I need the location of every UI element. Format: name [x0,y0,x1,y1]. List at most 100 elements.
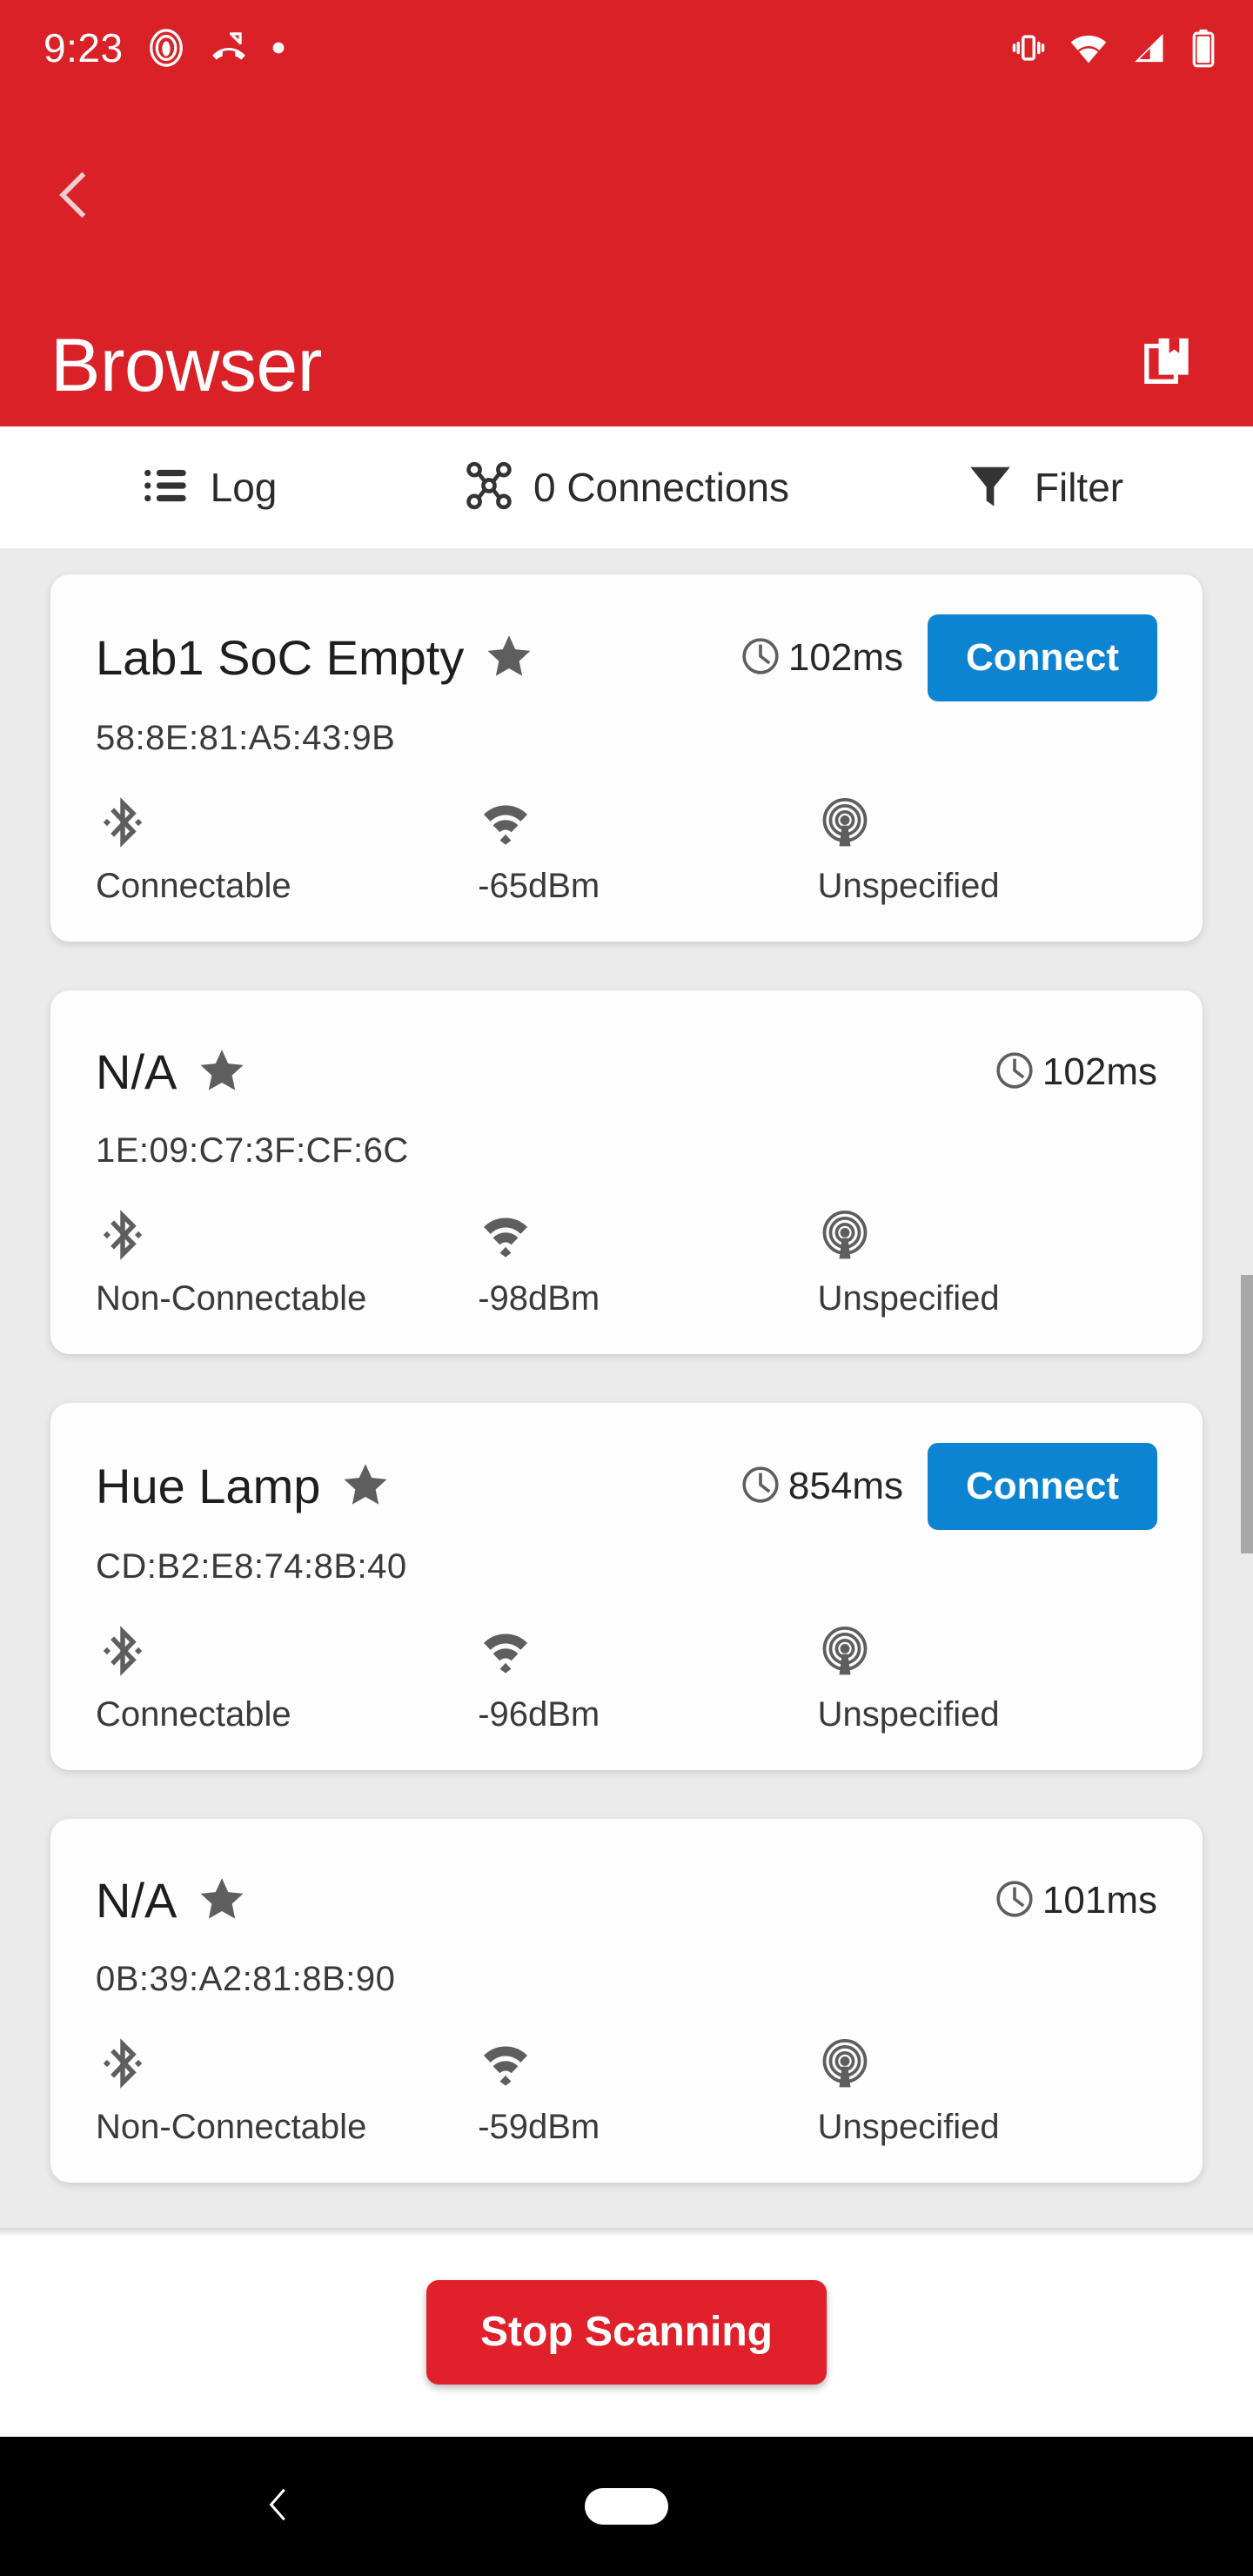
battery-icon [1189,28,1218,68]
tab-filter[interactable]: Filter [835,426,1253,548]
signal-strength-icon [478,1203,533,1267]
stop-scanning-button[interactable]: Stop Scanning [426,2280,827,2385]
clock-icon [740,635,781,681]
bluetooth-icon [96,1619,150,1683]
device-card[interactable]: N/A 102ms 1E:09:C7:3F:CF:6C Non-Connectable… [50,990,1203,1354]
wifi-icon [1069,28,1109,68]
back-button[interactable] [42,164,108,230]
missed-call-icon [209,28,249,68]
copy-layers-button[interactable] [1128,325,1208,406]
broadcast-icon [818,790,872,855]
device-card[interactable]: N/A 101ms 0B:39:A2:81:8B:90 Non-Connectable… [50,1819,1203,2183]
attr-rssi: -98dBm [478,1203,817,1316]
favorite-star-icon[interactable] [485,632,533,685]
rssi-label: -59dBm [478,2108,600,2146]
tab-bar: Log 0 Connections Filter [0,426,1253,555]
attr-advertising: Unspecified [818,790,1157,903]
chevron-left-icon [48,168,102,226]
latency-value: 102ms [787,636,903,679]
connectable-label: Connectable [96,1695,291,1734]
device-card-header: Hue Lamp 854ms Connect [96,1443,1157,1530]
device-name: N/A [96,1044,178,1099]
advertising-label: Unspecified [817,867,1000,905]
fingerprint-icon [146,28,186,68]
status-bar: 9:23 [0,0,1253,96]
connectable-label: Non-Connectable [96,2108,367,2146]
phone-screen: 9:23 Browser Log 0 Connections Filter La… [0,0,1253,2576]
signal-strength-icon [478,2031,533,2096]
advertising-label: Unspecified [817,1695,1000,1734]
device-mac-address: 58:8E:81:A5:43:9B [96,719,396,757]
status-bar-clock: 9:23 [44,25,124,70]
tab-log[interactable]: Log [0,426,418,548]
attr-advertising: Unspecified [818,2031,1157,2144]
copy-layers-icon [1139,335,1196,397]
device-attributes: Non-Connectable -98dBm Unspecified [96,1203,1157,1316]
signal-strength-icon [478,1619,533,1683]
attr-advertising: Unspecified [818,1619,1157,1732]
tab-log-label: Log [210,465,278,510]
tab-connections[interactable]: 0 Connections [418,426,835,548]
connect-button[interactable]: Connect [928,614,1157,701]
device-card-header: Lab1 SoC Empty 102ms Connect [96,614,1157,701]
device-attributes: Connectable -65dBm Unspecified [96,790,1157,903]
attr-connectable: Connectable [96,790,478,903]
connect-button[interactable]: Connect [928,1443,1157,1530]
bluetooth-icon [96,2031,150,2096]
latency-value: 854ms [787,1465,903,1507]
device-mac-address: 1E:09:C7:3F:CF:6C [96,1131,409,1170]
latency-indicator: 102ms [740,635,903,681]
attr-rssi: -65dBm [478,790,817,903]
advertising-label: Unspecified [817,2108,1000,2146]
device-card-header: N/A 101ms [96,1859,1157,1942]
dot-indicator-icon [271,41,285,55]
list-icon [141,460,191,515]
clock-icon [994,1050,1035,1096]
broadcast-icon [818,2031,872,2096]
rssi-label: -98dBm [478,1279,600,1318]
device-card-header-right: 102ms [994,1050,1157,1096]
tab-filter-label: Filter [1034,465,1124,510]
device-name: Lab1 SoC Empty [96,630,465,685]
clock-icon [994,1878,1035,1924]
clock-icon [740,1464,781,1510]
vertical-scrollbar-thumb[interactable] [1241,1275,1253,1553]
connectable-label: Non-Connectable [96,1279,367,1318]
vibrate-icon [1009,29,1048,67]
network-nodes-icon [464,460,514,515]
device-card-header-right: 854ms Connect [740,1443,1157,1530]
broadcast-icon [818,1203,872,1267]
device-attributes: Connectable -96dBm Unspecified [96,1619,1157,1732]
device-cards-host: Lab1 SoC Empty 102ms Connect 58:8E:81:A5:43… [0,574,1253,2183]
attr-connectable: Non-Connectable [96,1203,478,1316]
advertising-label: Unspecified [817,1279,1000,1318]
device-card[interactable]: Lab1 SoC Empty 102ms Connect 58:8E:81:A5:43… [50,574,1203,942]
favorite-star-icon[interactable] [341,1460,390,1513]
signal-strength-icon [478,790,533,855]
device-card-header: N/A 102ms [96,1030,1157,1114]
attr-advertising: Unspecified [818,1203,1157,1316]
connectable-label: Connectable [96,867,291,905]
attr-connectable: Connectable [96,1619,478,1732]
device-list[interactable]: Lab1 SoC Empty 102ms Connect 58:8E:81:A5:43… [0,548,1253,2228]
favorite-star-icon[interactable] [198,1046,246,1099]
nav-back-button[interactable] [252,2480,305,2532]
nav-back-icon [258,2485,298,2529]
device-card-header-right: 102ms Connect [740,614,1157,701]
device-name: Hue Lamp [96,1459,321,1513]
latency-value: 101ms [1042,1879,1157,1922]
device-card[interactable]: Hue Lamp 854ms Connect CD:B2:E8:74:8B:40 Con… [50,1403,1203,1770]
latency-indicator: 854ms [740,1464,903,1510]
attr-rssi: -59dBm [478,2031,817,2144]
favorite-star-icon[interactable] [198,1875,246,1928]
rssi-label: -96dBm [478,1695,600,1734]
attr-rssi: -96dBm [478,1619,817,1732]
status-bar-right [1009,28,1218,68]
app-bar: Browser [0,96,1253,426]
status-bar-left: 9:23 [44,24,285,71]
nav-home-pill[interactable] [585,2488,668,2525]
cellular-signal-icon [1129,29,1168,67]
bluetooth-icon [96,1203,150,1267]
latency-indicator: 102ms [994,1050,1157,1096]
device-name: N/A [96,1873,178,1928]
